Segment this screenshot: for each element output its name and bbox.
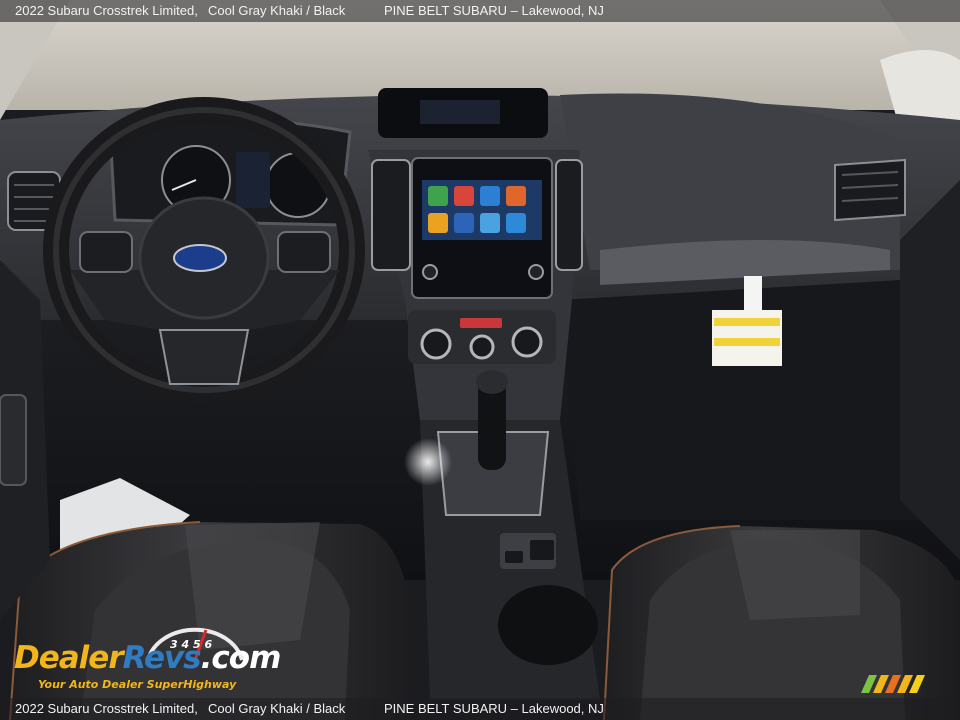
caption-color: Cool Gray Khaki / Black <box>208 701 346 716</box>
cup-holder <box>498 585 598 665</box>
watermark-brand-dealer: Dealer <box>14 640 124 676</box>
caption-bar-top: 2022 Subaru Crosstrek Limited, Cool Gray… <box>0 0 960 22</box>
caption-color: Cool Gray Khaki / Black <box>208 3 346 18</box>
caption-bar-bottom: 2022 Subaru Crosstrek Limited, Cool Gray… <box>0 698 960 720</box>
right-air-vent <box>834 158 906 222</box>
caption-model: 2022 Subaru Crosstrek Limited, <box>15 3 198 18</box>
watermark-brand-revs: Revs <box>122 640 202 676</box>
caption-model: 2022 Subaru Crosstrek Limited, <box>15 701 198 716</box>
dealerrevs-watermark: 3 4 5 6 DealerRevs.com Your Auto Dealer … <box>10 622 281 696</box>
watermark-brand-com: .com <box>200 640 282 676</box>
caption-dealer: PINE BELT SUBARU – Lakewood, NJ <box>384 701 604 716</box>
subaru-oval-emblem <box>173 244 227 272</box>
striped-badge-logo <box>861 675 925 693</box>
car-interior-photo <box>0 0 960 720</box>
caption-dealer: PINE BELT SUBARU – Lakewood, NJ <box>384 3 604 18</box>
watermark-brand: DealerRevs.com <box>14 640 282 676</box>
watermark-tagline: Your Auto Dealer SuperHighway <box>38 678 237 691</box>
